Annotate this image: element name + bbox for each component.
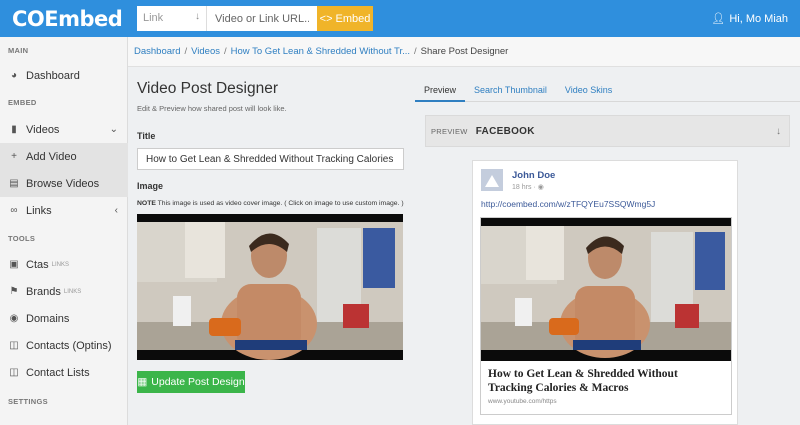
video-icon: ▮ — [11, 124, 17, 135]
link-preview-image — [481, 218, 731, 361]
sidebar: MAIN ◕ Dashboard EMBED ▮ Videos ⌄ + Add … — [0, 37, 128, 425]
chevron-down-icon: ↓ — [776, 125, 781, 137]
sidebar-item-label: Contacts (Optins) — [26, 339, 112, 352]
sidebar-item-label: Ctas — [26, 258, 49, 271]
sidebar-item-label: Contact Lists — [26, 366, 90, 379]
link-preview-headline: How to Get Lean & Shredded Without Track… — [488, 368, 678, 394]
breadcrumb-separator: / — [224, 46, 227, 57]
video-cover-image[interactable] — [137, 214, 403, 360]
image-note: NOTE This image is used as video cover i… — [137, 200, 404, 207]
facebook-post-preview: John Doe 18 hrs · ◉ http://coembed.com/w… — [472, 160, 738, 425]
database-icon: ◫ — [9, 367, 19, 378]
sidebar-item-contact-lists[interactable]: ◫ Contact Lists — [0, 359, 128, 386]
url-input[interactable] — [207, 6, 317, 31]
video-thumbnail-illustration — [137, 214, 403, 360]
avatar-placeholder-icon — [481, 169, 503, 191]
user-menu[interactable]: 👤︎ Hi, Mo Miah — [711, 12, 788, 26]
chevron-down-icon: ↓ — [195, 11, 200, 22]
app-logo[interactable]: COEmbed — [12, 7, 123, 31]
sidebar-item-links[interactable]: ∞ Links ‹ — [0, 197, 128, 224]
link-type-select[interactable]: Link ↓ — [137, 6, 207, 31]
breadcrumb-videos[interactable]: Videos — [191, 46, 220, 57]
sidebar-section-embed: EMBED — [8, 98, 37, 107]
breadcrumb-separator: / — [184, 46, 188, 57]
code-icon: <> — [319, 12, 333, 25]
sidebar-item-label: Dashboard — [26, 69, 80, 82]
sidebar-item-dashboard[interactable]: ◕ Dashboard — [0, 62, 128, 89]
top-navbar: COEmbed Link ↓ <> Embed 👤︎ Hi, Mo Miah — [0, 0, 800, 37]
preview-platform: FACEBOOK — [475, 125, 535, 137]
breadcrumb-video-title[interactable]: How To Get Lean & Shredded Without Tr... — [231, 46, 410, 57]
sidebar-item-label: Browse Videos — [26, 177, 100, 190]
sidebar-item-domains[interactable]: ◉ Domains — [0, 305, 128, 332]
sidebar-item-browse-videos[interactable]: ▤ Browse Videos — [0, 170, 128, 197]
preview-label: PREVIEW — [431, 126, 468, 136]
page-subtitle: Edit & Preview how shared post will look… — [137, 104, 287, 113]
sidebar-item-label: Add Video — [26, 150, 77, 163]
save-icon: ▦ — [137, 376, 148, 388]
page-title: Video Post Designer — [137, 80, 279, 97]
sidebar-item-label: Domains — [26, 312, 70, 325]
sidebar-item-brands[interactable]: ⚑ Brands LINKS — [0, 278, 128, 305]
cta-icon: ▣ — [9, 259, 19, 270]
user-greeting: Hi, Mo Miah — [729, 12, 788, 25]
embed-button-label: Embed — [335, 12, 371, 25]
video-thumbnail-illustration — [481, 218, 731, 361]
avatar — [481, 169, 503, 191]
user-icon: 👤︎ — [711, 13, 726, 25]
title-input[interactable] — [137, 148, 404, 170]
sidebar-item-label: Brands — [26, 285, 61, 298]
link-type-value: Link — [143, 12, 164, 24]
sidebar-item-ctas[interactable]: ▣ Ctas LINKS — [0, 251, 128, 278]
post-time-value: 18 hrs — [512, 184, 532, 191]
link-preview-domain: www.youtube.com/https — [488, 398, 557, 405]
chevron-left-icon: ‹ — [114, 205, 118, 216]
globe-icon: ◉ — [537, 184, 544, 191]
post-author[interactable]: John Doe — [512, 170, 555, 181]
list-icon: ▤ — [9, 178, 19, 189]
image-label: Image — [137, 181, 164, 191]
breadcrumb: Dashboard / Videos / How To Get Lean & Shred… — [128, 37, 800, 67]
tab-preview[interactable]: Preview — [415, 80, 466, 102]
sidebar-item-contacts[interactable]: ◫ Contacts (Optins) — [0, 332, 128, 359]
link-icon: ∞ — [10, 205, 18, 216]
breadcrumb-separator: / — [414, 46, 417, 57]
sidebar-item-label: Videos — [26, 123, 60, 136]
post-link[interactable]: http://coembed.com/w/zTFQYEu7SSQWmg5J — [481, 199, 655, 209]
tab-video-skins[interactable]: Video Skins — [556, 80, 621, 102]
sidebar-item-label: Links — [26, 204, 52, 217]
brand-icon: ⚑ — [9, 286, 19, 297]
database-icon: ◫ — [9, 340, 19, 351]
plus-icon: + — [11, 151, 17, 162]
preview-tabs: Preview Search Thumbnail Video Skins — [415, 80, 800, 102]
sidebar-section-settings: SETTINGS — [8, 397, 48, 406]
sidebar-item-add-video[interactable]: + Add Video — [0, 143, 128, 170]
sidebar-item-sublabel: LINKS — [51, 261, 69, 268]
title-label: Title — [137, 131, 156, 141]
sidebar-section-tools: TOOLS — [8, 234, 36, 243]
update-button-label: Update Post Design — [151, 376, 245, 388]
link-preview[interactable]: How to Get Lean & Shredded Without Track… — [480, 217, 732, 415]
note-text: This image is used as video cover image.… — [157, 200, 404, 207]
update-post-design-button[interactable]: ▦ Update Post Design — [137, 371, 245, 393]
globe-icon: ◉ — [9, 313, 19, 324]
embed-button[interactable]: <> Embed — [317, 6, 373, 31]
post-time: 18 hrs · ◉ — [512, 184, 544, 191]
chevron-down-icon: ⌄ — [109, 124, 118, 135]
breadcrumb-current: Share Post Designer — [420, 46, 509, 57]
tab-search-thumbnail[interactable]: Search Thumbnail — [465, 80, 556, 102]
sidebar-section-main: MAIN — [8, 46, 29, 55]
embed-search-bar: Link ↓ <> Embed — [137, 6, 373, 31]
dashboard-icon: ◕ — [10, 70, 18, 81]
preview-platform-select[interactable]: PREVIEW FACEBOOK ↓ — [425, 115, 790, 147]
note-prefix: NOTE — [137, 200, 156, 207]
breadcrumb-dashboard[interactable]: Dashboard — [134, 46, 180, 57]
designer-panel: Video Post Designer Edit & Preview how s… — [137, 80, 407, 393]
sidebar-item-sublabel: LINKS — [63, 288, 82, 295]
sidebar-item-videos[interactable]: ▮ Videos ⌄ — [0, 116, 128, 143]
